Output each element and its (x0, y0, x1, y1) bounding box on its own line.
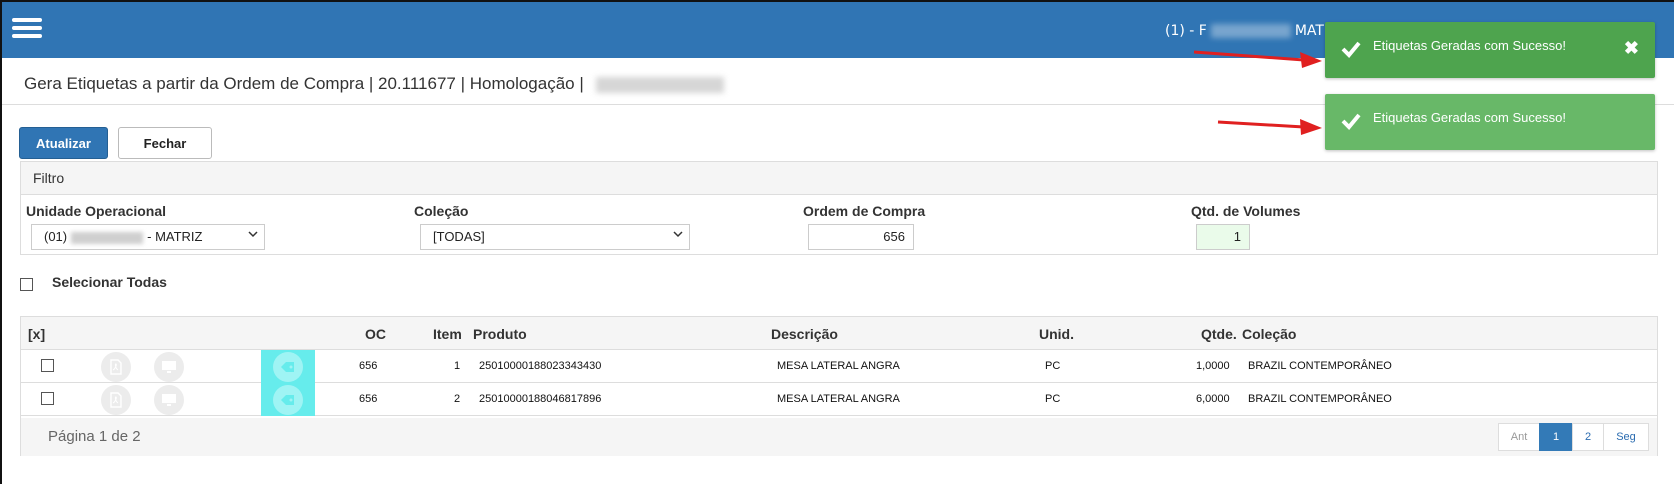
header-colecao[interactable]: Coleção (1242, 326, 1296, 342)
pdf-file-icon[interactable] (101, 385, 131, 415)
chevron-down-icon (248, 228, 258, 243)
row-checkbox[interactable] (41, 359, 54, 372)
cell-unid: PC (1045, 393, 1061, 405)
unidade-value-suffix: - MATRIZ (147, 229, 203, 244)
user-prefix: (1) - F (1165, 23, 1207, 39)
colecao-select[interactable]: [TODAS] (420, 224, 690, 250)
annotation-arrow (1217, 119, 1322, 135)
ordem-label: Ordem de Compra (803, 203, 926, 219)
check-icon (1341, 112, 1361, 133)
success-toast[interactable]: Etiquetas Geradas com Sucesso! ✖ (1325, 22, 1655, 78)
cell-oc: 656 (359, 360, 378, 372)
menu-icon[interactable] (12, 18, 42, 38)
unidade-label: Unidade Operacional (26, 203, 167, 219)
page-title-text: Gera Etiquetas a partir da Ordem de Comp… (24, 74, 589, 93)
cell-qtde: 6,0000 (1196, 393, 1230, 405)
header-qtde[interactable]: Qtde. (1201, 326, 1237, 342)
redacted-unidade (71, 231, 144, 244)
cell-colecao: BRAZIL CONTEMPORÂNEO (1248, 360, 1392, 372)
annotation-arrow (1193, 50, 1322, 68)
pager-next[interactable]: Seg (1603, 423, 1649, 451)
cell-item: 2 (454, 393, 461, 405)
cell-colecao: BRAZIL CONTEMPORÂNEO (1248, 393, 1392, 405)
cell-item: 1 (454, 360, 461, 372)
header-descricao[interactable]: Descrição (771, 326, 838, 342)
pager-page-2[interactable]: 2 (1572, 423, 1604, 451)
redacted-title (596, 76, 725, 93)
ordem-input[interactable]: 656 (808, 224, 914, 250)
table-row[interactable]: 656 2 25010000188046817896 MESA LATERAL … (21, 383, 1657, 416)
header-check[interactable]: [x] (28, 326, 45, 342)
header-unid[interactable]: Unid. (1039, 326, 1074, 342)
close-page-button[interactable]: Fechar (118, 127, 212, 159)
unidade-value-prefix: (01) (44, 229, 68, 244)
pager-prev[interactable]: Ant (1498, 423, 1540, 451)
pager-page-1[interactable]: 1 (1539, 423, 1573, 451)
cell-descricao: MESA LATERAL ANGRA (777, 393, 900, 405)
unidade-select[interactable]: (01) - MATRIZ (31, 224, 265, 250)
header-produto[interactable]: Produto (473, 326, 527, 342)
table-row[interactable]: 656 1 25010000188023343430 MESA LATERAL … (21, 350, 1657, 383)
header-oc[interactable]: OC (365, 326, 386, 342)
row-checkbox[interactable] (41, 392, 54, 405)
cell-qtde: 1,0000 (1196, 360, 1230, 372)
toast-message: Etiquetas Geradas com Sucesso! (1373, 38, 1566, 53)
refresh-button[interactable]: Atualizar (19, 127, 108, 159)
tag-cell-highlight (261, 383, 315, 416)
app-window: (1) - F MAT Gera Etiquetas a partir da Or… (0, 0, 1674, 484)
cell-produto: 25010000188023343430 (479, 360, 602, 372)
cell-unid: PC (1045, 360, 1061, 372)
colecao-value: [TODAS] (433, 229, 485, 244)
header-item[interactable]: Item (433, 326, 462, 342)
filter-heading: Filtro (21, 162, 1657, 195)
tag-icon[interactable] (273, 352, 303, 382)
close-icon[interactable]: ✖ (1624, 38, 1639, 59)
table-footer: Página 1 de 2 Ant 1 2 Seg (21, 418, 1657, 456)
table-header: [x] OC Item Produto Descrição Unid. Qtde… (21, 317, 1657, 350)
toast-message: Etiquetas Geradas com Sucesso! (1373, 110, 1566, 125)
select-all-checkbox[interactable] (20, 278, 33, 291)
filter-panel: Filtro Unidade Operacional (01) - MATRIZ … (20, 161, 1658, 255)
cell-descricao: MESA LATERAL ANGRA (777, 360, 900, 372)
redacted-user (1210, 24, 1291, 38)
select-all-label: Selecionar Todas (52, 274, 167, 290)
cell-oc: 656 (359, 393, 378, 405)
tag-icon[interactable] (273, 385, 303, 415)
colecao-label: Coleção (414, 203, 469, 219)
monitor-icon[interactable] (154, 385, 184, 415)
volumes-input[interactable]: 1 (1196, 224, 1250, 250)
chevron-down-icon (673, 228, 683, 243)
pagination: Ant 1 2 Seg (1498, 423, 1649, 451)
items-table: [x] OC Item Produto Descrição Unid. Qtde… (20, 316, 1658, 456)
success-toast[interactable]: Etiquetas Geradas com Sucesso! (1325, 94, 1655, 150)
page-info: Página 1 de 2 (48, 428, 141, 445)
user-info[interactable]: (1) - F MAT (1165, 23, 1324, 39)
cell-produto: 25010000188046817896 (479, 393, 602, 405)
tag-cell-highlight (261, 350, 315, 383)
volumes-label: Qtd. de Volumes (1191, 203, 1301, 219)
pdf-file-icon[interactable] (101, 352, 131, 382)
page-title: Gera Etiquetas a partir da Ordem de Comp… (24, 74, 725, 94)
check-icon (1341, 40, 1361, 61)
user-suffix: MAT (1294, 23, 1324, 39)
monitor-icon[interactable] (154, 352, 184, 382)
